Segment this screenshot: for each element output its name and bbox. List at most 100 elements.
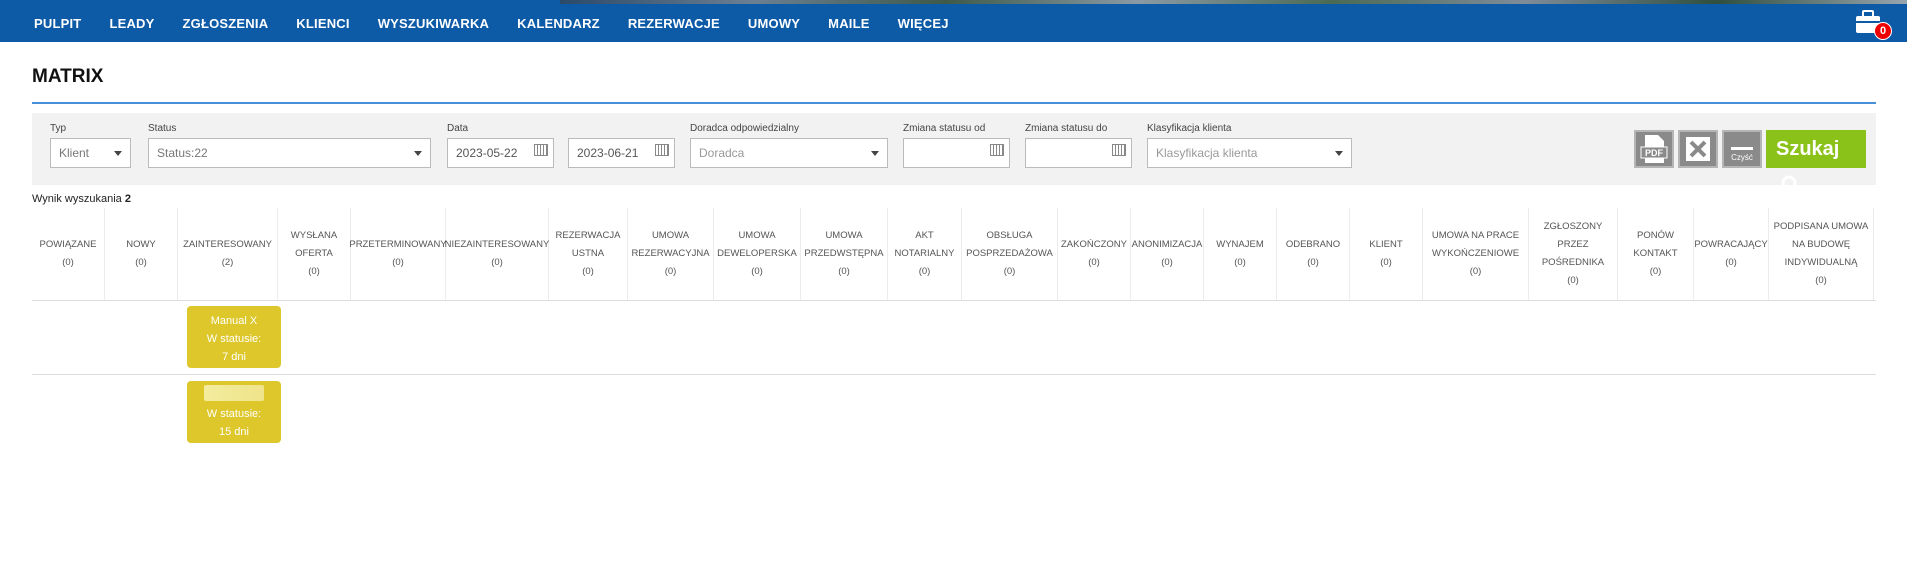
column-count: (0) [1003,266,1016,277]
calendar-icon[interactable] [1112,144,1126,156]
column-count: (0) [1161,257,1173,268]
search-button[interactable]: Szukaj [1766,130,1866,195]
column-header: WYSŁANA OFERTA (0) [278,208,351,300]
column-count: (0) [1088,257,1100,268]
zmiana-do-input[interactable] [1025,138,1132,168]
date-to-input[interactable]: 2023-06-21 [568,138,675,168]
column-header: PODPISANA UMOWA NA BUDOWĘ INDYWIDUALNĄ (0… [1769,208,1874,300]
doradca-placeholder: Doradca [699,146,745,160]
column-title: NOWY [126,239,156,250]
column-title: UMOWA PRZEDWSTĘPNA [804,230,884,259]
typ-select[interactable]: Klient [50,138,131,168]
column-header: ZGŁOSZONY PRZEZ POŚREDNIKA (0) [1529,208,1618,300]
column-count: (0) [838,266,850,277]
chevron-down-icon [871,151,879,156]
results-summary: Wynik wyszukania 2 [32,193,131,205]
top-nav-bar: PULPIT LEADY ZGŁOSZENIA KLIENCI WYSZUKIW… [0,0,1907,42]
column-header: NIEZAINTERESOWANY (0) [445,208,549,300]
column-header: POWIĄZANE (0) [32,208,105,300]
column-header: WYNAJEM (0) [1204,208,1277,300]
typ-value: Klient [59,146,90,160]
card-status-label: W statusie: [206,408,262,420]
zmiana-od-label: Zmiana statusu od [903,123,986,134]
row-divider [32,374,1876,375]
date-from-input[interactable]: 2023-05-22 [447,138,554,168]
column-count: (0) [308,266,320,277]
status-select[interactable]: Status:22 [148,138,431,168]
main-nav: PULPIT LEADY ZGŁOSZENIA KLIENCI WYSZUKIW… [20,4,963,42]
klasyfikacja-label: Klasyfikacja klienta [1147,123,1232,134]
column-header: OBSŁUGA POSPRZEDAŻOWA (0) [962,208,1058,300]
column-title: ZAKOŃCZONY [1061,239,1127,250]
column-count: (0) [62,257,74,268]
date-to-value: 2023-06-21 [577,146,639,160]
date-from-value: 2023-05-22 [456,146,518,160]
column-header: ODEBRANO (0) [1277,208,1350,300]
client-card[interactable]: Manual X W statusie: 7 dni [187,306,281,368]
column-header: UMOWA REZERWACYJNA (0) [628,208,714,300]
column-title: ODEBRANO [1285,239,1341,250]
pdf-icon: PDF [1640,135,1668,163]
column-header: ANONIMIZACJA (0) [1131,208,1204,300]
card-status-label: W statusie: [206,333,262,345]
pdf-button[interactable]: PDF [1634,130,1674,168]
zmiana-do-label: Zmiana statusu do [1025,123,1108,134]
doradca-select[interactable]: Doradca [690,138,888,168]
klasyfikacja-placeholder: Klasyfikacja klienta [1156,146,1258,160]
column-count: (0) [1567,275,1579,286]
column-count: (0) [1815,275,1827,286]
column-title: UMOWA NA PRACE WYKOŃCZENIOWE [1431,230,1520,259]
column-title: PRZETERMINOWANY [349,239,447,250]
column-title: AKT NOTARIALNY [894,230,955,259]
chevron-down-icon [414,151,422,156]
klasyfikacja-select[interactable]: Klasyfikacja klienta [1147,138,1352,168]
nav-item-klienci[interactable]: KLIENCI [296,16,349,31]
column-title: OBSŁUGA POSPRZEDAŻOWA [966,230,1053,259]
status-value: Status:22 [157,146,208,160]
column-header: ZAKOŃCZONY (0) [1058,208,1131,300]
nav-item-kalendarz[interactable]: KALENDARZ [517,16,600,31]
column-count: (0) [1649,266,1662,277]
nav-item-leady[interactable]: LEADY [109,16,154,31]
calendar-icon[interactable] [990,144,1004,156]
nav-item-umowy[interactable]: UMOWY [748,16,800,31]
column-title: UMOWA REZERWACYJNA [631,230,710,259]
column-count: (0) [1307,257,1319,268]
calendar-icon[interactable] [534,144,548,156]
nav-item-rezerwacje[interactable]: REZERWACJE [628,16,720,31]
card-client-name: Manual X [210,315,258,327]
column-title: WYNAJEM [1216,239,1264,250]
card-client-name-redacted [204,385,264,401]
typ-label: Typ [50,123,67,134]
column-title: REZERWACJA USTNA [555,230,621,259]
column-header: UMOWA DEWELOPERSKA (0) [714,208,801,300]
calendar-icon[interactable] [655,144,669,156]
column-title: POWRACAJĄCY [1694,239,1768,250]
nav-item-wyszukiwarka[interactable]: WYSZUKIWARKA [378,16,489,31]
nav-item-zgloszenia[interactable]: ZGŁOSZENIA [183,16,269,31]
client-card[interactable]: W statusie: 15 dni [187,381,281,443]
nav-item-maile[interactable]: MAILE [828,16,869,31]
clear-button[interactable]: Czyść [1722,130,1762,168]
column-count: (0) [491,257,503,268]
column-count: (0) [664,266,677,277]
status-label: Status [148,123,177,134]
column-count: (0) [751,266,763,277]
column-title: ANONIMIZACJA [1131,239,1203,250]
results-count: 2 [124,193,131,205]
zmiana-od-input[interactable] [903,138,1010,168]
column-count: (0) [135,257,147,268]
column-header: PRZETERMINOWANY (0) [349,208,447,300]
column-count: (0) [918,266,931,277]
column-title: PONÓW KONTAKT [1633,230,1678,259]
clear-button-label: Czyść [1731,153,1753,162]
column-count: (0) [1234,257,1246,268]
column-header: REZERWACJA USTNA (0) [549,208,628,300]
excel-button[interactable] [1678,130,1718,168]
nav-item-pulpit[interactable]: PULPIT [34,16,81,31]
results-label: Wynik wyszukania [32,193,122,205]
column-title: KLIENT [1369,239,1403,250]
nav-item-wiecej[interactable]: WIĘCEJ [898,16,949,31]
pdf-button-label: PDF [1645,148,1664,158]
data-label: Data [447,123,469,134]
